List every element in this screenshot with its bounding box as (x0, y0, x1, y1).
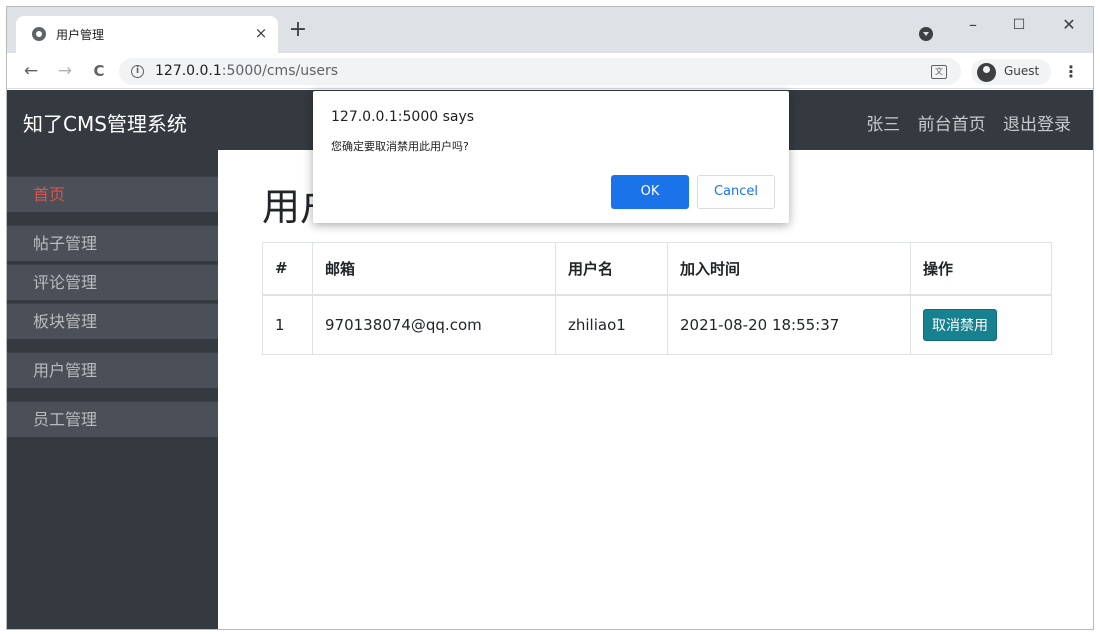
profile-button[interactable]: Guest (971, 59, 1051, 85)
address-bar[interactable]: i 127.0.0.1:5000/cms/users (119, 58, 961, 85)
forward-button[interactable]: → (53, 59, 77, 83)
table-row: 1 970138074@qq.com zhiliao1 2021-08-20 1… (262, 294, 1052, 355)
browser-window: 用户管理 × + – ☐ ✕ ← → C i 127.0.0.1:5000/cm… (6, 6, 1094, 630)
profile-name: Guest (1004, 64, 1040, 78)
url-host: 127.0.0.1 (155, 63, 222, 79)
url-path: :5000/cms/users (221, 63, 339, 79)
close-window-button[interactable]: ✕ (1057, 13, 1081, 37)
menu-icon[interactable]: ⋮ (1061, 61, 1081, 83)
col-header-joined: 加入时间 (667, 242, 911, 296)
tab-search-icon[interactable] (919, 27, 933, 41)
tab-strip: 用户管理 × + – ☐ ✕ (7, 7, 1093, 53)
browser-toolbar: ← → C i 127.0.0.1:5000/cms/users 文 Guest… (7, 53, 1093, 89)
dialog-origin: 127.0.0.1:5000 says (331, 109, 475, 125)
dialog-cancel-button[interactable]: Cancel (697, 175, 775, 209)
url-text: 127.0.0.1:5000/cms/users (155, 63, 338, 79)
users-table: # 邮箱 用户名 加入时间 操作 1 970138074@qq.com zhil… (262, 242, 1052, 355)
browser-tab[interactable]: 用户管理 × (16, 16, 278, 53)
globe-icon (32, 27, 46, 41)
sidebar-item-boards[interactable]: 板块管理 (7, 303, 218, 339)
table-header-row: # 邮箱 用户名 加入时间 操作 (262, 242, 1052, 296)
avatar-icon (977, 63, 996, 82)
new-tab-button[interactable]: + (287, 19, 309, 42)
frontend-link[interactable]: 前台首页 (918, 115, 986, 135)
col-header-action: 操作 (910, 242, 1052, 296)
back-button[interactable]: ← (19, 59, 43, 83)
cell-index: 1 (262, 294, 313, 355)
minimize-button[interactable]: – (961, 13, 985, 37)
navbar-links: 张三 前台首页 退出登录 (854, 110, 1071, 135)
sidebar-item-home[interactable]: 首页 (7, 176, 218, 212)
logout-link[interactable]: 退出登录 (1003, 115, 1071, 135)
unban-button[interactable]: 取消禁用 (923, 308, 997, 341)
translate-icon[interactable]: 文 (931, 65, 947, 79)
alert-dialog: 127.0.0.1:5000 says 您确定要取消禁用此用户吗? OK Can… (313, 91, 789, 223)
dialog-ok-button[interactable]: OK (611, 175, 689, 209)
maximize-button[interactable]: ☐ (1007, 13, 1031, 37)
sidebar: 首页 帖子管理 评论管理 板块管理 用户管理 员工管理 (7, 150, 218, 629)
cell-username: zhiliao1 (555, 294, 668, 355)
tab-title: 用户管理 (56, 28, 105, 42)
current-user[interactable]: 张三 (866, 115, 900, 135)
col-header-email: 邮箱 (312, 242, 556, 296)
cell-action: 取消禁用 (910, 294, 1052, 355)
reload-button[interactable]: C (87, 59, 111, 83)
info-icon[interactable]: i (131, 65, 144, 78)
dialog-message: 您确定要取消禁用此用户吗? (331, 140, 469, 153)
tab-close-icon[interactable]: × (252, 24, 270, 42)
sidebar-item-staff[interactable]: 员工管理 (7, 401, 218, 437)
sidebar-item-users[interactable]: 用户管理 (7, 352, 218, 388)
sidebar-item-comments[interactable]: 评论管理 (7, 264, 218, 300)
cell-email: 970138074@qq.com (312, 294, 556, 355)
col-header-index: # (262, 242, 313, 296)
col-header-username: 用户名 (555, 242, 668, 296)
sidebar-item-posts[interactable]: 帖子管理 (7, 225, 218, 261)
brand-title[interactable]: 知了CMS管理系统 (23, 108, 187, 137)
cell-joined: 2021-08-20 18:55:37 (667, 294, 911, 355)
